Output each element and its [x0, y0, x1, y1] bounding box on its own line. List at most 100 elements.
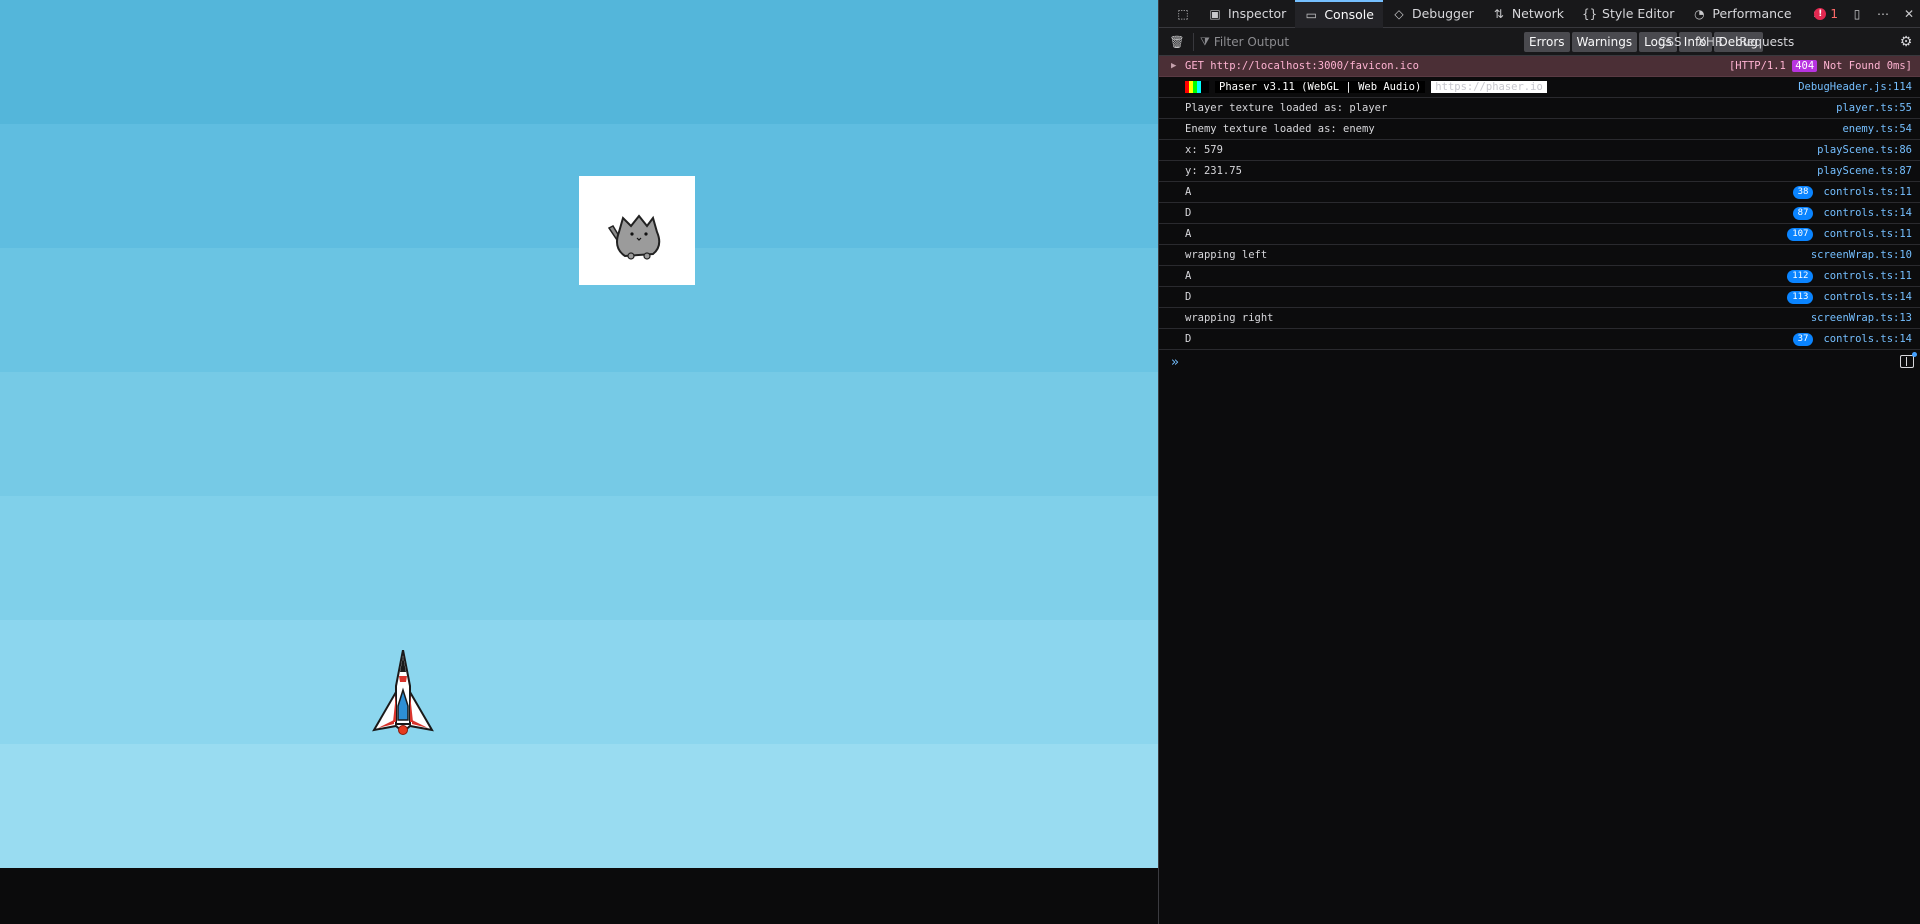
tab-network[interactable]: ⇅ Network	[1483, 0, 1573, 28]
debugger-icon: ◇	[1394, 6, 1404, 21]
tab-label: Network	[1511, 6, 1565, 21]
source-link[interactable]: playScene.ts:87	[1817, 165, 1912, 177]
message-text: Phaser v3.11 (WebGL | Web Audio) https://…	[1185, 81, 1798, 93]
tab-debugger[interactable]: ◇ Debugger	[1383, 0, 1483, 28]
console-log-row[interactable]: A 112 controls.ts:11	[1159, 266, 1920, 287]
source-link[interactable]: playScene.ts:86	[1817, 144, 1912, 156]
filter-errors-button[interactable]: Errors	[1524, 32, 1570, 52]
source-link[interactable]: controls.ts:14	[1823, 291, 1912, 303]
prompt-chevron-icon: »	[1171, 354, 1179, 370]
console-input[interactable]: »	[1159, 350, 1920, 374]
repeat-count-badge: 113	[1787, 290, 1814, 304]
message-text: D	[1185, 291, 1192, 303]
devtools-tabs: ▣ Inspector ▭ Console ◇ Debugger ⇅ Network {} Sty…	[1199, 0, 1801, 28]
tab-inspector[interactable]: ▣ Inspector	[1199, 0, 1295, 28]
console-log-row[interactable]: Player texture loaded as: player player.t…	[1159, 98, 1920, 119]
source-link[interactable]: screenWrap.ts:10	[1811, 249, 1912, 261]
filter-requests-button[interactable]: Requests	[1733, 32, 1800, 52]
console-log-row[interactable]: A 38 controls.ts:11	[1159, 182, 1920, 203]
filter-warnings-button[interactable]: Warnings	[1571, 32, 1638, 52]
sky-band	[0, 0, 1158, 124]
message-text: D	[1185, 333, 1192, 345]
network-icon: ⇅	[1493, 6, 1504, 21]
phaser-version-label: Phaser v3.11 (WebGL | Web Audio)	[1215, 81, 1426, 93]
repeat-count-badge: 37	[1792, 332, 1814, 346]
repeat-count-badge: 38	[1792, 185, 1814, 199]
source-link[interactable]: controls.ts:11	[1823, 186, 1912, 198]
message-text: D	[1185, 207, 1192, 219]
message-text: A	[1185, 270, 1192, 282]
source-link[interactable]: controls.ts:11	[1823, 270, 1912, 282]
inspector-icon: ▣	[1209, 6, 1221, 21]
filter-icon: ⧩	[1200, 34, 1210, 48]
phaser-color-bar	[1185, 81, 1209, 93]
expand-arrow-icon[interactable]: ▶	[1171, 61, 1176, 71]
console-log-row[interactable]: D 37 controls.ts:14	[1159, 329, 1920, 350]
repeat-count-badge: 107	[1787, 227, 1814, 241]
element-picker-button[interactable]: ⬚	[1167, 0, 1199, 28]
console-log-row[interactable]: wrapping left screenWrap.ts:10	[1159, 245, 1920, 266]
responsive-design-icon[interactable]: ▯	[1850, 7, 1864, 21]
devtools-toolbar: ⬚ ▣ Inspector ▭ Console ◇ Debugger ⇅ Network {} S…	[1159, 0, 1920, 28]
message-text: Enemy texture loaded as: enemy	[1185, 123, 1375, 135]
source-link[interactable]: controls.ts:14	[1823, 333, 1912, 345]
sky-band	[0, 620, 1158, 744]
source-link[interactable]: DebugHeader.js:114	[1798, 81, 1912, 93]
error-icon: !	[1814, 8, 1827, 20]
console-log-row[interactable]: x: 579 playScene.ts:86	[1159, 140, 1920, 161]
status-404-badge: 404	[1792, 60, 1818, 72]
sky-band	[0, 372, 1158, 496]
tab-label: Console	[1324, 7, 1374, 22]
filter-output-input[interactable]	[1213, 34, 1454, 49]
console-filter-bar: 🗑 ⧩ ErrorsWarningsLogsInfoDebug CSSXHRRe…	[1159, 28, 1920, 56]
source-link[interactable]: controls.ts:11	[1823, 228, 1912, 240]
console-settings-gear-icon[interactable]: ⚙	[1896, 32, 1916, 52]
console-icon: ▭	[1305, 7, 1317, 22]
source-link[interactable]: enemy.ts:54	[1842, 123, 1912, 135]
divider	[1193, 32, 1194, 51]
message-text: wrapping right	[1185, 312, 1274, 324]
console-output: ▶ GET http://localhost:3000/favicon.ico [H…	[1159, 56, 1920, 350]
filter-css-button[interactable]: CSS	[1652, 32, 1688, 52]
message-text: x: 579	[1185, 144, 1223, 156]
tab-label: Inspector	[1228, 6, 1287, 21]
console-log-row[interactable]: Enemy texture loaded as: enemy enemy.ts:5…	[1159, 119, 1920, 140]
repeat-count-badge: 87	[1792, 206, 1814, 220]
close-icon[interactable]: ✕	[1902, 7, 1916, 21]
console-log-row[interactable]: Phaser v3.11 (WebGL | Web Audio) https://…	[1159, 77, 1920, 98]
tab-performance[interactable]: ◔ Performance	[1683, 0, 1800, 28]
message-text: Player texture loaded as: player	[1185, 102, 1388, 114]
console-error-row[interactable]: ▶ GET http://localhost:3000/favicon.ico [H…	[1159, 56, 1920, 77]
clear-console-icon[interactable]: 🗑	[1167, 35, 1187, 49]
phaser-link[interactable]: https://phaser.io	[1431, 81, 1547, 93]
tab-label: Style Editor	[1602, 6, 1675, 21]
message-text: A	[1185, 228, 1192, 240]
message-text: GET http://localhost:3000/favicon.ico	[1185, 60, 1419, 72]
source-link[interactable]: player.ts:55	[1836, 102, 1912, 114]
error-count-button[interactable]: ! 1	[1814, 7, 1838, 21]
more-options-icon[interactable]: ⋯	[1876, 7, 1890, 21]
console-log-row[interactable]: A 107 controls.ts:11	[1159, 224, 1920, 245]
error-count-label: 1	[1830, 7, 1838, 21]
source-link[interactable]: screenWrap.ts:13	[1811, 312, 1912, 324]
console-log-row[interactable]: y: 231.75 playScene.ts:87	[1159, 161, 1920, 182]
repeat-count-badge: 112	[1787, 269, 1814, 283]
devtools-panel: ⬚ ▣ Inspector ▭ Console ◇ Debugger ⇅ Network {} S…	[1158, 0, 1920, 924]
enemy-cat-sprite	[579, 176, 695, 285]
filter-xhr-button[interactable]: XHR	[1692, 32, 1730, 52]
message-text: A	[1185, 186, 1192, 198]
message-text: wrapping left	[1185, 249, 1268, 261]
source-link[interactable]: controls.ts:14	[1823, 207, 1912, 219]
game-canvas[interactable]	[0, 0, 1158, 924]
http-status: [HTTP/1.1 404 Not Found 0ms]	[1728, 60, 1912, 72]
style-editor-icon: {}	[1582, 6, 1598, 21]
tab-style-editor[interactable]: {} Style Editor	[1573, 0, 1683, 28]
player-spaceship-sprite	[372, 649, 434, 738]
tab-label: Performance	[1712, 6, 1792, 21]
split-console-icon[interactable]	[1900, 352, 1917, 368]
request-type-buttons: CSS XHR Requests	[1652, 32, 1800, 52]
tab-console[interactable]: ▭ Console	[1295, 0, 1383, 28]
console-log-row[interactable]: D 113 controls.ts:14	[1159, 287, 1920, 308]
console-log-row[interactable]: D 87 controls.ts:14	[1159, 203, 1920, 224]
console-log-row[interactable]: wrapping right screenWrap.ts:13	[1159, 308, 1920, 329]
